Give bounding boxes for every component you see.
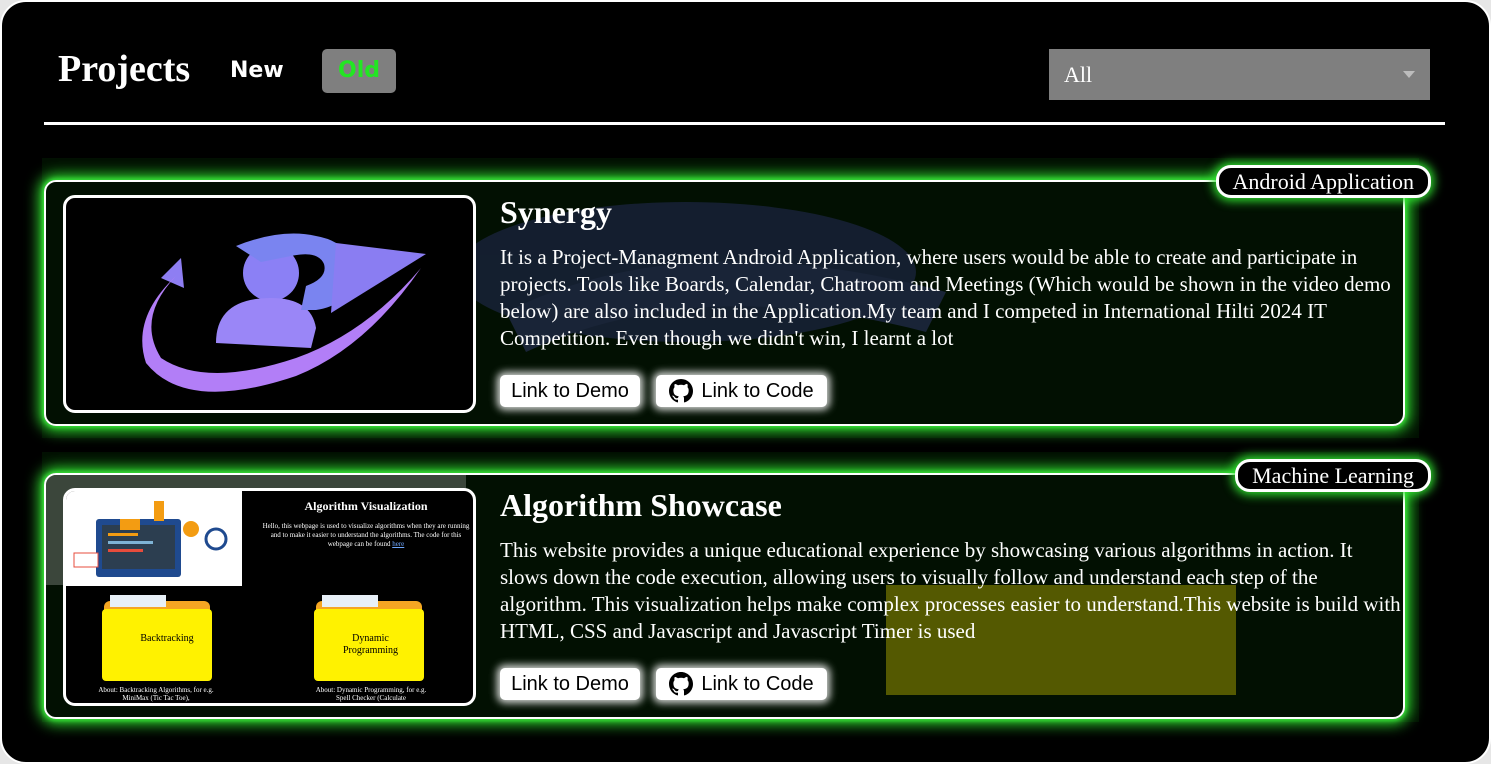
link-to-demo-button[interactable]: Link to Demo [500, 375, 640, 407]
folder-about: About: Backtracking Algorithms, for e.g.… [98, 686, 214, 702]
project-thumbnail: Algorithm Visualization Hello, this webp… [63, 488, 476, 706]
link-to-demo-button[interactable]: Link to Demo [500, 668, 640, 700]
screenshot-header: Algorithm Visualization Hello, this webp… [262, 499, 470, 549]
project-description: It is a Project-Managment Android Applic… [500, 245, 1391, 350]
category-filter-select[interactable]: All [1049, 49, 1430, 100]
page-title: Projects [58, 48, 191, 90]
project-card-synergy: Synergy It is a Project-Managment Androi… [44, 180, 1405, 426]
demo-button-label: Link to Demo [511, 673, 629, 695]
project-description: This website provides a unique education… [500, 538, 1401, 643]
project-thumbnail [63, 195, 476, 413]
category-badge: Machine Learning [1235, 459, 1431, 492]
project-card-algorithm-showcase: Algorithm Visualization Hello, this webp… [44, 473, 1405, 719]
tab-old[interactable]: Old [322, 49, 396, 93]
header-divider [44, 122, 1445, 125]
category-badge: Android Application [1215, 165, 1431, 198]
code-button-label: Link to Code [701, 673, 814, 695]
category-filter-value: All [1064, 62, 1093, 87]
demo-button-label: Link to Demo [511, 380, 629, 402]
chevron-down-icon [1403, 71, 1415, 78]
screenshot-intro-text: Hello, this webpage is used to visualize… [262, 522, 470, 548]
folder-label: Dynamic Programming [343, 633, 398, 656]
link-to-code-button[interactable]: Link to Code [656, 668, 827, 700]
synergy-logo-icon [142, 233, 426, 392]
project-title: Synergy [500, 194, 612, 230]
github-icon [669, 672, 694, 696]
tab-new[interactable]: New [216, 49, 298, 93]
screenshot-heading: Algorithm Visualization [304, 499, 428, 513]
github-icon [669, 379, 694, 403]
link-to-code-button[interactable]: Link to Code [656, 375, 827, 407]
folder-about: About: Dynamic Programming, for e.g. Spe… [315, 686, 427, 702]
folder-label: Backtracking [140, 633, 194, 644]
screenshot-intro: Hello, this webpage is used to visualize… [262, 522, 470, 549]
code-button-label: Link to Code [701, 380, 814, 402]
project-title: Algorithm Showcase [500, 487, 782, 523]
projects-panel: Projects New Old All Synergy It is a Pro… [0, 0, 1491, 764]
screenshot-link: here [392, 540, 405, 548]
